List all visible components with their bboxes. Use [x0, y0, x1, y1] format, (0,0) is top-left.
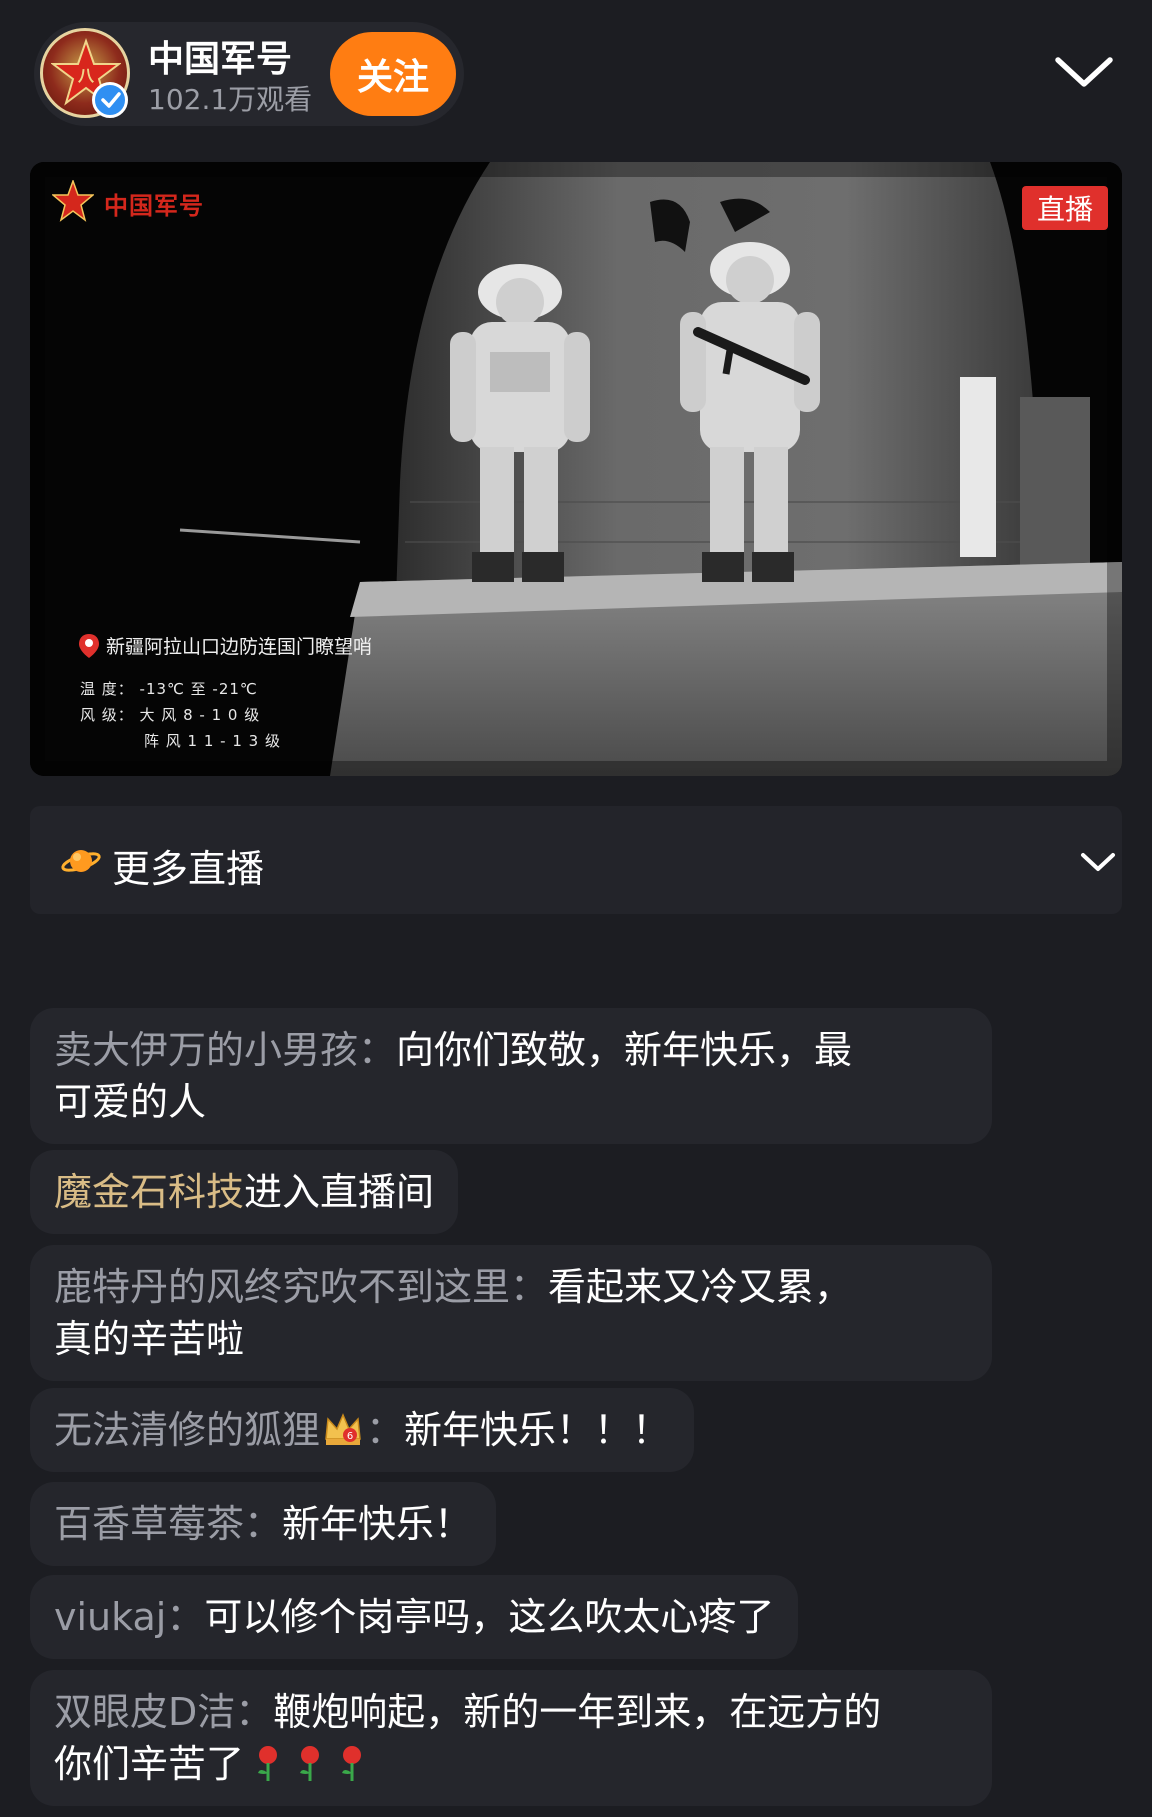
chat-text: 鞭炮响起，新的一年到来，在远方的: [273, 1690, 882, 1734]
chat-username[interactable]: 鹿特丹的风终究吹不到这里: [54, 1265, 510, 1309]
chat-username[interactable]: 百香草莓茶: [54, 1502, 244, 1546]
chat-text: 向你们致敬，新年快乐，最: [396, 1028, 853, 1072]
channel-watermark: 中国军号: [104, 192, 204, 220]
chat-message[interactable]: 鹿特丹的风终究吹不到这里：看起来又冷又累， 真的辛苦啦: [30, 1245, 992, 1381]
chat-text: 看起来又冷又累，: [548, 1265, 853, 1309]
chat-message[interactable]: 无法清修的狐狸 6 ：新年快乐！！！: [30, 1388, 695, 1472]
chevron-down-icon[interactable]: [1052, 50, 1116, 94]
chat-text: 新年快乐！！！: [404, 1408, 671, 1452]
live-video-player[interactable]: 中国军号 直播 新疆阿拉山口边防连国门瞭望哨 温 度： -13℃ 至 -21℃ …: [30, 162, 1122, 776]
chat-text: 进入直播间: [244, 1170, 435, 1214]
location-overlay: 新疆阿拉山口边防连国门瞭望哨: [78, 632, 372, 659]
chat-text: 你们辛苦了: [54, 1742, 245, 1786]
svg-text:6: 6: [347, 1431, 353, 1442]
chat-username[interactable]: 卖大伊万的小男孩: [54, 1028, 358, 1072]
rose-icon: [300, 1746, 320, 1781]
live-stream-page: 八 中国军号 102.1万观看 关注 中国军号 直播 新疆阿拉山口边防连国门瞭望…: [0, 0, 1152, 1817]
rose-icon: [342, 1746, 362, 1781]
verified-check-icon: [92, 82, 128, 118]
chat-text: 真的辛苦啦: [54, 1317, 245, 1361]
more-live-bar[interactable]: 更多直播: [30, 806, 1122, 914]
viewer-count: 102.1万观看: [148, 83, 313, 116]
chat-message[interactable]: 百香草莓茶：新年快乐！: [30, 1482, 497, 1566]
live-badge: 直播: [1022, 186, 1108, 230]
svg-text:八: 八: [77, 66, 95, 85]
chat-join-notice[interactable]: 魔金石科技进入直播间: [30, 1150, 459, 1234]
live-header: 八 中国军号 102.1万观看 关注: [0, 0, 1152, 150]
location-pin-icon: [79, 633, 99, 658]
star-logo-icon: [52, 180, 94, 222]
chat-text: 新年快乐！: [282, 1502, 473, 1546]
chat-username[interactable]: 无法清修的狐狸: [54, 1408, 320, 1452]
chat-message[interactable]: 卖大伊万的小男孩：向你们致敬，新年快乐，最 可爱的人: [30, 1008, 992, 1144]
chat-text: 可爱的人: [54, 1080, 207, 1124]
temperature-text: 温 度： -13℃ 至 -21℃: [80, 680, 258, 698]
location-text: 新疆阿拉山口边防连国门瞭望哨: [106, 636, 373, 658]
host-name[interactable]: 中国军号: [148, 30, 292, 82]
follow-button[interactable]: 关注: [330, 32, 456, 116]
chat-username[interactable]: 魔金石科技: [54, 1170, 244, 1214]
chat-username[interactable]: viukaj: [54, 1595, 166, 1639]
gust-level-text: 阵 风 1 1 - 1 3 级: [144, 732, 281, 750]
wind-level-text: 风 级： 大 风 8 - 1 0 级: [80, 706, 261, 724]
crown-badge-icon: 6: [325, 1413, 361, 1445]
more-live-label: 更多直播: [112, 847, 265, 891]
chat-username[interactable]: 双眼皮D洁: [54, 1690, 235, 1734]
chat-message[interactable]: viukaj：可以修个岗亭吗，这么吹太心疼了: [30, 1575, 799, 1659]
chat-message[interactable]: 双眼皮D洁：鞭炮响起，新的一年到来，在远方的 你们辛苦了: [30, 1670, 992, 1806]
rose-icon: [258, 1746, 278, 1781]
chat-text: 可以修个岗亭吗，这么吹太心疼了: [204, 1595, 775, 1639]
chevron-down-icon[interactable]: [1078, 850, 1118, 874]
planet-icon: [61, 850, 101, 872]
